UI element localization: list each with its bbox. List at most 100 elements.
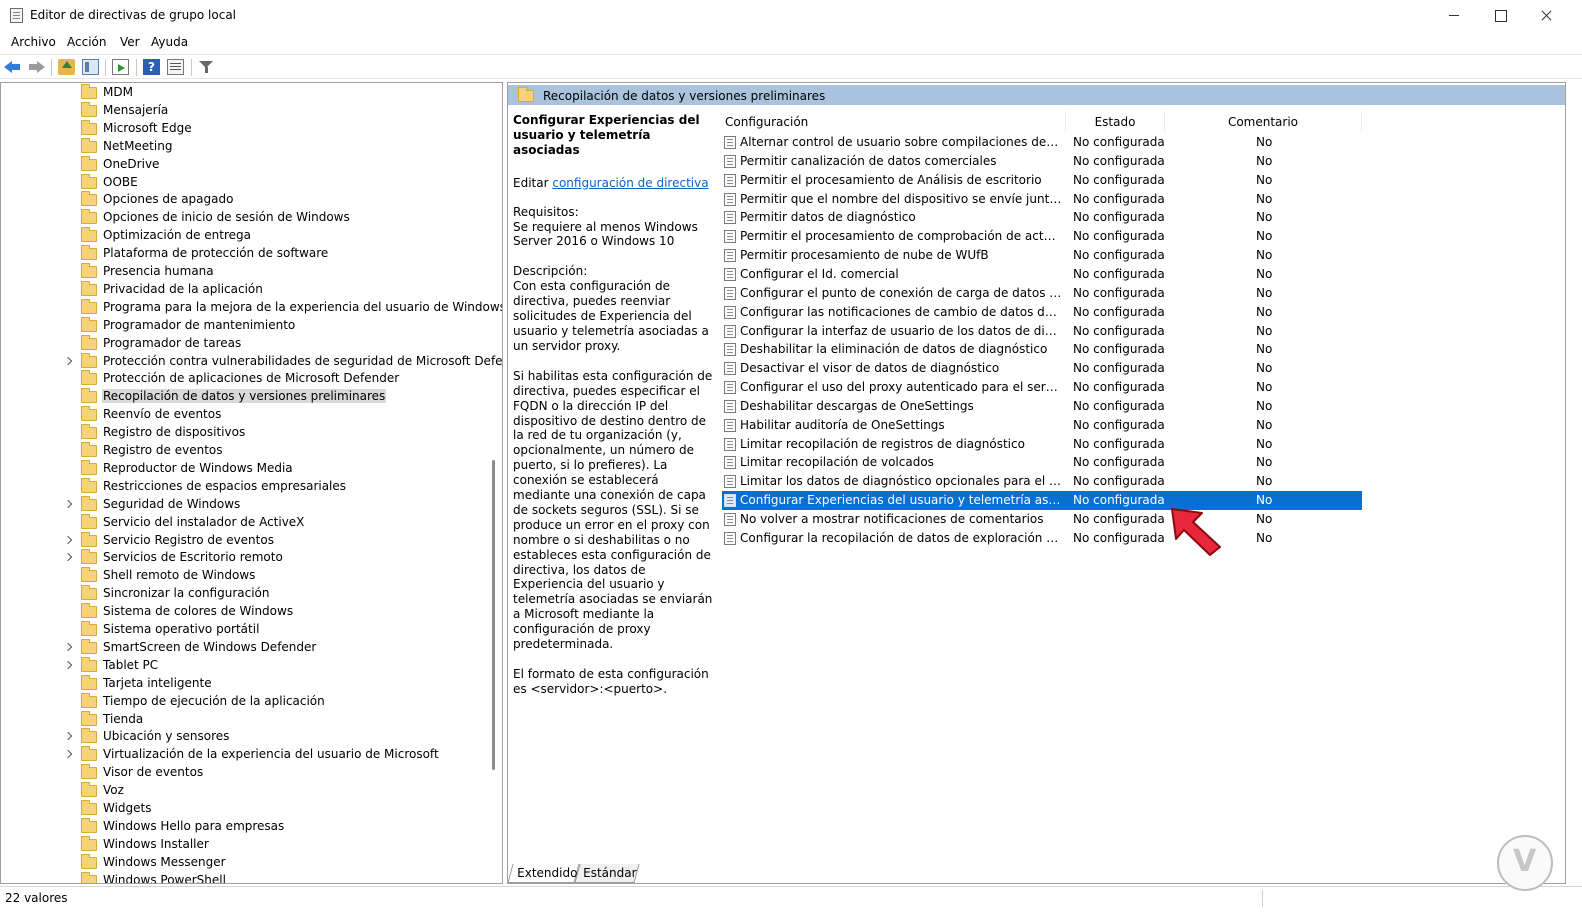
filter-icon[interactable]: [198, 59, 215, 75]
back-arrow-icon[interactable]: [4, 59, 21, 75]
tree-item[interactable]: Presencia humana: [1, 263, 501, 281]
tree-item[interactable]: Tarjeta inteligente: [1, 674, 501, 693]
tree-item[interactable]: Ubicación y sensores: [1, 728, 501, 746]
policy-row[interactable]: Limitar los datos de diagnóstico opciona…: [722, 472, 1362, 491]
tree-item[interactable]: Mensajería: [1, 101, 501, 120]
up-folder-icon[interactable]: [58, 59, 75, 75]
chevron-right-icon[interactable]: [63, 660, 73, 670]
minimize-button[interactable]: [1431, 0, 1477, 31]
policy-row[interactable]: Alternar control de usuario sobre compil…: [722, 133, 1362, 152]
tree-pane[interactable]: MDM Mensajería Microsoft Edge NetMeeting One…: [0, 82, 503, 884]
tree-item[interactable]: Programa para la mejora de la experienci…: [1, 298, 502, 317]
tree-item[interactable]: Windows Hello para empresas: [1, 817, 501, 836]
tree-item[interactable]: Sistema de colores de Windows: [1, 603, 501, 621]
tree-item[interactable]: Registro de eventos: [1, 442, 501, 460]
chevron-right-icon[interactable]: [63, 356, 73, 365]
policy-row[interactable]: Configurar Experiencias del usuario y te…: [722, 491, 1362, 511]
export-list-icon[interactable]: [112, 59, 129, 75]
show-hide-tree-icon[interactable]: [82, 59, 99, 75]
tree-item[interactable]: Reproductor de Windows Media: [1, 459, 501, 478]
tree-item[interactable]: Microsoft Edge: [1, 119, 501, 138]
maximize-button[interactable]: [1477, 0, 1523, 31]
help-icon[interactable]: ?: [143, 59, 160, 75]
tree-item[interactable]: Seguridad de Windows: [1, 495, 501, 514]
tree-item[interactable]: Opciones de apagado: [1, 191, 501, 209]
tree-item[interactable]: SmartScreen de Windows Defender: [1, 638, 501, 657]
tree-item[interactable]: Recopilación de datos y versiones prelim…: [1, 388, 501, 406]
tree-item[interactable]: Restricciones de espacios empresariales: [1, 477, 501, 496]
policy-row[interactable]: Limitar recopilación de registros de dia…: [722, 435, 1362, 454]
tree-item[interactable]: Registro de dispositivos: [1, 424, 501, 442]
policy-row[interactable]: Permitir canalización de datos comercial…: [722, 152, 1362, 171]
policy-row[interactable]: Permitir el procesamiento de comprobació…: [722, 227, 1362, 246]
close-button[interactable]: [1523, 0, 1569, 31]
tree-item[interactable]: Optimización de entrega: [1, 227, 501, 245]
policy-row[interactable]: Limitar recopilación de volcados No confi…: [722, 453, 1362, 472]
tree-item[interactable]: Windows PowerShell: [1, 871, 501, 883]
policy-row[interactable]: Configurar el uso del proxy autenticado …: [722, 378, 1362, 397]
policy-row[interactable]: Configurar el Id. comercial No configurad…: [722, 265, 1362, 284]
chevron-right-icon[interactable]: [63, 535, 73, 544]
chevron-right-icon[interactable]: [63, 750, 73, 759]
tree-item[interactable]: Servicios de Escritorio remoto: [1, 549, 501, 567]
tree-item[interactable]: Voz: [1, 782, 501, 800]
tab-extendido[interactable]: Extendido: [507, 864, 580, 883]
tree-item[interactable]: MDM: [1, 84, 501, 102]
tree-item[interactable]: Sincronizar la configuración: [1, 585, 501, 603]
tree-item[interactable]: OneDrive: [1, 155, 501, 174]
tree-item[interactable]: Sistema operativo portátil: [1, 621, 501, 639]
tree-item[interactable]: Protección contra vulnerabilidades de se…: [1, 352, 502, 371]
tree-item[interactable]: Programador de tareas: [1, 334, 501, 353]
policy-row[interactable]: Configurar el punto de conexión de carga…: [722, 284, 1362, 303]
tree-item[interactable]: Tablet PC: [1, 656, 501, 675]
tree-item-label: Protección de aplicaciones de Microsoft …: [103, 371, 400, 386]
policy-row[interactable]: Configurar las notificaciones de cambio …: [722, 303, 1362, 322]
policy-row[interactable]: Configurar la recopilación de datos de e…: [722, 529, 1362, 548]
policy-row[interactable]: Habilitar auditoría de OneSettings No con…: [722, 416, 1362, 435]
tree-item[interactable]: NetMeeting: [1, 137, 501, 156]
menu-ver[interactable]: Ver: [120, 35, 140, 49]
policy-comment: No: [1256, 361, 1273, 376]
tree-item[interactable]: Widgets: [1, 800, 501, 818]
tree-item[interactable]: Tienda: [1, 710, 501, 729]
tree-scrollbar[interactable]: [492, 460, 495, 770]
properties-icon[interactable]: [167, 59, 184, 75]
tree-item[interactable]: Windows Installer: [1, 835, 501, 854]
column-header-estado[interactable]: Estado: [1065, 111, 1164, 132]
chevron-right-icon[interactable]: [63, 499, 73, 508]
tab-estandar[interactable]: Estándar: [574, 864, 640, 883]
tree-item[interactable]: Servicio Registro de eventos: [1, 531, 501, 550]
tree-item[interactable]: OOBE: [1, 173, 501, 192]
tree-item[interactable]: Tiempo de ejecución de la aplicación: [1, 692, 501, 711]
policy-row[interactable]: Desactivar el visor de datos de diagnóst…: [722, 359, 1362, 378]
chevron-right-icon[interactable]: [63, 732, 73, 741]
tree-item[interactable]: Programador de mantenimiento: [1, 316, 501, 335]
column-header-comentario[interactable]: Comentario: [1164, 111, 1362, 132]
tree-item[interactable]: Shell remoto de Windows: [1, 567, 501, 585]
tree-item[interactable]: Servicio del instalador de ActiveX: [1, 513, 501, 532]
column-header-config[interactable]: Configuración: [722, 111, 1065, 132]
tree-item[interactable]: Virtualización de la experiencia del usu…: [1, 746, 501, 764]
policy-row[interactable]: Permitir el procesamiento de Análisis de…: [722, 171, 1362, 190]
forward-arrow-icon[interactable]: [28, 59, 45, 75]
tree-item[interactable]: Plataforma de protección de software: [1, 245, 501, 263]
tree-item[interactable]: Opciones de inicio de sesión de Windows: [1, 209, 501, 227]
chevron-right-icon[interactable]: [63, 553, 73, 562]
tree-item[interactable]: Reenvío de eventos: [1, 406, 501, 424]
menu-accion[interactable]: Acción: [67, 35, 106, 49]
policy-row[interactable]: Configurar la interfaz de usuario de los…: [722, 322, 1362, 341]
menu-archivo[interactable]: Archivo: [11, 35, 56, 49]
menu-ayuda[interactable]: Ayuda: [151, 35, 188, 49]
tree-item[interactable]: Visor de eventos: [1, 764, 501, 782]
policy-row[interactable]: Deshabilitar la eliminación de datos de …: [722, 340, 1362, 359]
edit-policy-link[interactable]: configuración de directiva: [552, 176, 708, 190]
tree-item[interactable]: Protección de aplicaciones de Microsoft …: [1, 370, 501, 388]
tree-item[interactable]: Windows Messenger: [1, 853, 501, 872]
policy-row[interactable]: Deshabilitar descargas de OneSettings No …: [722, 397, 1362, 416]
tree-item[interactable]: Privacidad de la aplicación: [1, 280, 501, 299]
chevron-right-icon[interactable]: [63, 642, 73, 652]
policy-row[interactable]: Permitir que el nombre del dispositivo s…: [722, 190, 1362, 209]
policy-row[interactable]: Permitir datos de diagnóstico No configur…: [722, 208, 1362, 227]
policy-row[interactable]: No volver a mostrar notificaciones de co…: [722, 510, 1362, 529]
policy-row[interactable]: Permitir procesamiento de nube de WUfB No…: [722, 246, 1362, 265]
